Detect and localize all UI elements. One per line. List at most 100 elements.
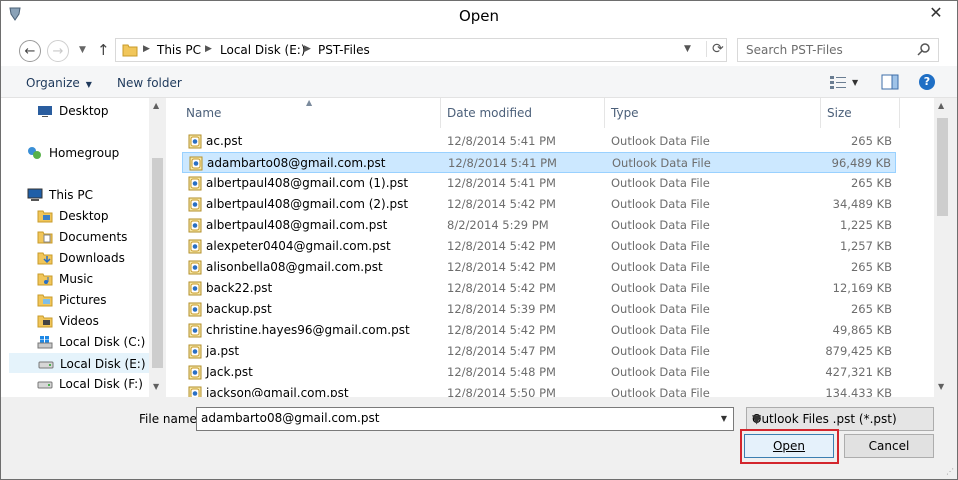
window-title: Open	[458, 7, 500, 25]
table-row[interactable]: backup.pst 12/8/2014 5:39 PM Outlook Data …	[182, 299, 896, 320]
file-name: albertpaul408@gmail.com.pst	[206, 218, 388, 232]
column-header-type[interactable]: Type	[605, 98, 821, 128]
nav-item-label: Desktop	[59, 209, 109, 223]
nav-item-music[interactable]: Music	[25, 269, 164, 289]
file-date: 8/2/2014 5:29 PM	[447, 218, 549, 232]
folder-icon	[37, 210, 53, 223]
forward-button[interactable]: →	[47, 40, 69, 62]
back-button[interactable]: ←	[19, 40, 41, 62]
scrollbar-thumb[interactable]	[937, 118, 948, 216]
nav-item-label: Videos	[59, 314, 99, 328]
file-date: 12/8/2014 5:42 PM	[447, 197, 556, 211]
table-row[interactable]: jackson@gmail.com.pst 12/8/2014 5:50 PM Ou…	[182, 383, 896, 397]
file-name: alisonbella08@gmail.com.pst	[206, 260, 383, 274]
table-row[interactable]: adambarto08@gmail.com.pst 12/8/2014 5:41 …	[182, 152, 896, 173]
dialog-footer: File name: ▼ Outlook Files .pst (*.pst) …	[1, 397, 957, 479]
nav-item-label: Downloads	[59, 251, 125, 265]
column-header-name[interactable]: Name	[180, 98, 441, 128]
file-type: Outlook Data File	[611, 365, 710, 379]
search-input[interactable]: Search PST-Files	[737, 38, 939, 62]
outlook-file-icon	[189, 156, 203, 171]
file-type: Outlook Data File	[611, 386, 710, 397]
nav-item-label: Desktop	[59, 104, 109, 118]
file-type: Outlook Data File	[611, 134, 710, 148]
file-date: 12/8/2014 5:39 PM	[447, 302, 556, 316]
nav-item-label: Pictures	[59, 293, 107, 307]
scroll-down-icon[interactable]: ▼	[938, 382, 944, 391]
nav-item-this-pc[interactable]: This PC	[15, 185, 164, 205]
navigation-pane: Desktop Homegroup This PC Desktop Docume…	[1, 98, 165, 397]
open-button-label: Open	[772, 439, 806, 453]
breadcrumb-separator-icon: ▶	[143, 44, 150, 54]
file-size: 12,169 KB	[832, 281, 892, 295]
help-icon[interactable]: ?	[919, 74, 935, 90]
column-header-size[interactable]: Size	[821, 98, 900, 128]
table-row[interactable]: ac.pst 12/8/2014 5:41 PM Outlook Data File…	[182, 131, 896, 152]
column-header-date[interactable]: Date modified	[441, 98, 605, 128]
folder-icon	[37, 294, 53, 307]
table-row[interactable]: alisonbella08@gmail.com.pst 12/8/2014 5:4…	[182, 257, 896, 278]
column-label: Date modified	[447, 106, 533, 120]
view-dropdown-icon[interactable]: ▼	[852, 78, 858, 87]
folder-icon	[122, 44, 138, 57]
nav-item-pictures[interactable]: Pictures	[25, 290, 164, 310]
file-size: 34,489 KB	[832, 197, 892, 211]
nav-item-local-disk-f[interactable]: Local Disk (F:)	[25, 374, 164, 394]
file-name-field[interactable]	[201, 411, 701, 425]
file-type: Outlook Data File	[611, 239, 710, 253]
cancel-button[interactable]: Cancel	[844, 434, 934, 458]
address-dropdown-icon[interactable]: ▼	[684, 44, 691, 54]
organize-button[interactable]: Organize ▼	[26, 76, 92, 90]
view-options-icon[interactable]	[829, 75, 847, 89]
breadcrumb-this-pc[interactable]: This PC	[157, 43, 201, 57]
nav-item-local-disk-c[interactable]: Local Disk (C:)	[25, 332, 164, 352]
nav-item-downloads[interactable]: Downloads	[25, 248, 164, 268]
file-name-combobox[interactable]: ▼	[196, 407, 734, 431]
scroll-down-icon[interactable]: ▼	[153, 382, 159, 391]
scroll-up-icon[interactable]: ▲	[153, 101, 159, 110]
nav-item-videos[interactable]: Videos	[25, 311, 164, 331]
nav-item-desktop[interactable]: Desktop	[25, 206, 164, 226]
file-name: christine.hayes96@gmail.com.pst	[206, 323, 410, 337]
nav-item-label: Local Disk (C:)	[59, 335, 146, 349]
file-type-select[interactable]: Outlook Files .pst (*.pst) ▼	[746, 407, 934, 431]
table-row[interactable]: christine.hayes96@gmail.com.pst 12/8/2014…	[182, 320, 896, 341]
refresh-icon[interactable]: ⟳	[706, 41, 724, 57]
new-folder-button[interactable]: New folder	[117, 76, 182, 90]
folder-icon	[37, 273, 53, 286]
preview-pane-icon[interactable]	[881, 74, 899, 90]
file-size: 265 KB	[850, 176, 892, 190]
chevron-down-icon[interactable]: ▼	[721, 414, 727, 423]
nav-item-label: Homegroup	[49, 146, 120, 160]
nav-item-label: Documents	[59, 230, 128, 244]
table-row[interactable]: alexpeter0404@gmail.com.pst 12/8/2014 5:4…	[182, 236, 896, 257]
up-arrow-icon[interactable]: ↑	[97, 41, 110, 59]
close-icon[interactable]: ✕	[921, 2, 951, 22]
breadcrumb-local-disk-e[interactable]: Local Disk (E:)	[220, 43, 306, 57]
table-row[interactable]: ja.pst 12/8/2014 5:47 PM Outlook Data File…	[182, 341, 896, 362]
scroll-up-icon[interactable]: ▲	[938, 101, 944, 110]
address-bar[interactable]: ▶ This PC ▶ Local Disk (E:) ▶ PST-Files …	[115, 38, 727, 62]
homegroup-icon	[28, 147, 41, 159]
outlook-file-icon	[188, 386, 202, 397]
navigation-scrollbar[interactable]: ▲ ▼	[149, 98, 166, 397]
column-label: Size	[827, 106, 852, 120]
file-date: 12/8/2014 5:41 PM	[448, 156, 557, 170]
file-name: backup.pst	[206, 302, 272, 316]
table-row[interactable]: albertpaul408@gmail.com.pst 8/2/2014 5:29…	[182, 215, 896, 236]
nav-item-desktop-quick[interactable]: Desktop	[25, 101, 164, 121]
table-row[interactable]: albertpaul408@gmail.com (2).pst 12/8/2014…	[182, 194, 896, 215]
scrollbar-thumb[interactable]	[152, 158, 163, 368]
open-button[interactable]: Open	[744, 434, 834, 458]
nav-item-local-disk-e[interactable]: Local Disk (E:)	[9, 353, 149, 373]
breadcrumb-pst-files[interactable]: PST-Files	[318, 43, 370, 57]
table-row[interactable]: albertpaul408@gmail.com (1).pst 12/8/2014…	[182, 173, 896, 194]
resize-grip-icon[interactable]: ⋰	[946, 467, 954, 476]
recent-locations-icon[interactable]: ▼	[79, 45, 86, 55]
outlook-file-icon	[188, 218, 202, 233]
nav-item-homegroup[interactable]: Homegroup	[15, 143, 164, 163]
table-row[interactable]: back22.pst 12/8/2014 5:42 PM Outlook Data …	[182, 278, 896, 299]
file-list-scrollbar[interactable]: ▲ ▼	[934, 98, 951, 397]
table-row[interactable]: Jack.pst 12/8/2014 5:48 PM Outlook Data Fi…	[182, 362, 896, 383]
nav-item-documents[interactable]: Documents	[25, 227, 164, 247]
